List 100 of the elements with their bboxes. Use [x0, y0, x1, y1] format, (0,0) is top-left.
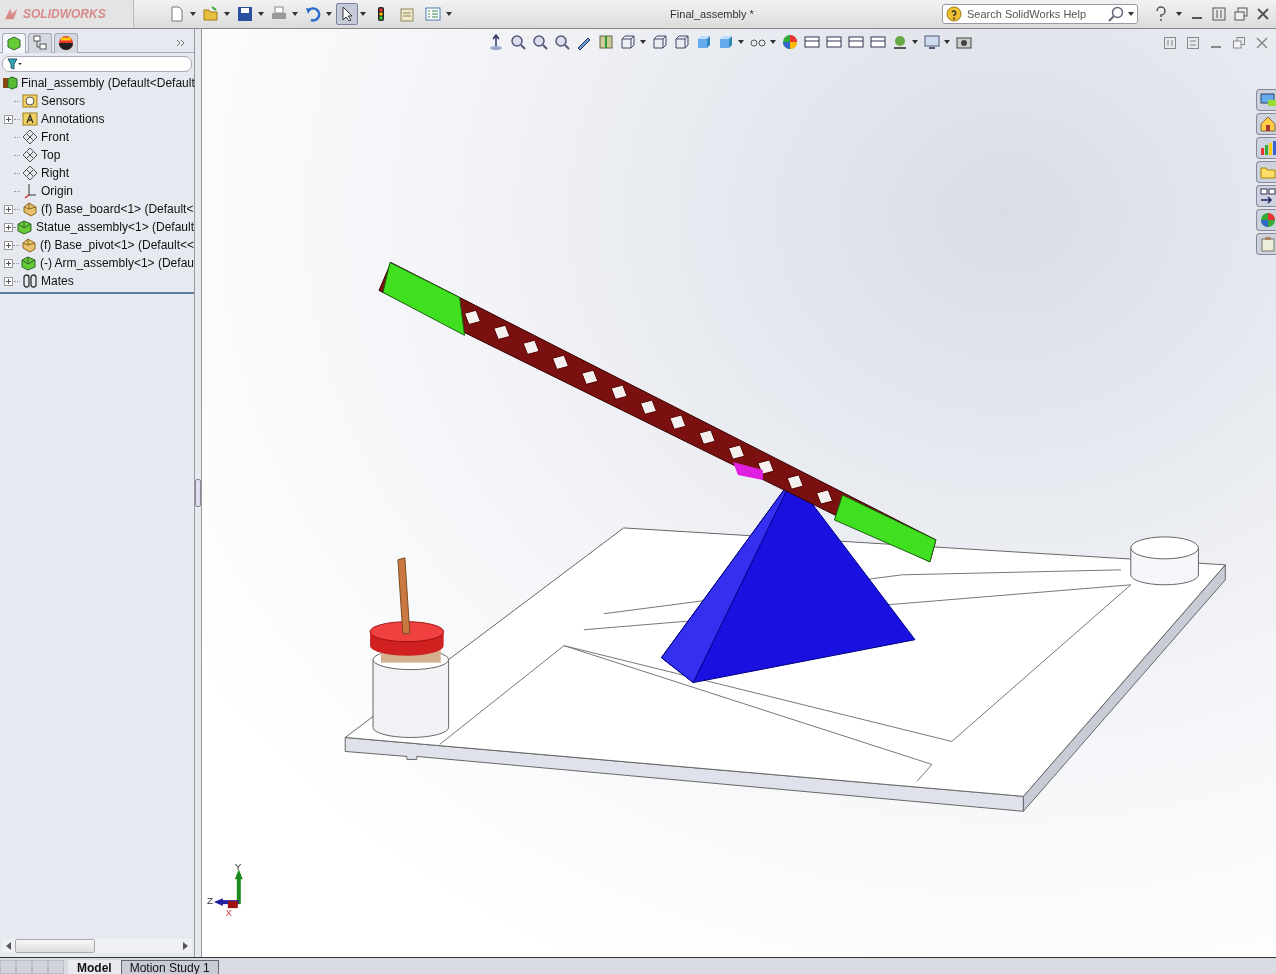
tile-icon[interactable]: [1164, 37, 1176, 49]
wireframe-cube-icon[interactable]: [674, 34, 690, 50]
window-icon[interactable]: [870, 34, 886, 50]
help-icon[interactable]: [1154, 6, 1168, 22]
filter-icon: [7, 58, 23, 70]
up-arrow-icon[interactable]: [488, 34, 504, 50]
caret-icon[interactable]: [640, 40, 646, 44]
bottom-tab[interactable]: Model: [68, 960, 121, 974]
letter-icon: [22, 111, 38, 127]
caret-icon[interactable]: [446, 12, 452, 16]
expand-icon[interactable]: [4, 240, 13, 250]
tree-item[interactable]: (-) Arm_assembly<1> (Defau: [39, 256, 194, 270]
axes-icon: [22, 183, 38, 199]
close-icon[interactable]: [1256, 7, 1270, 21]
caret-icon[interactable]: [944, 40, 950, 44]
house-icon: [1260, 116, 1276, 132]
caret-icon[interactable]: [326, 12, 332, 16]
plane-icon: [22, 147, 38, 163]
zoom-icon[interactable]: [532, 34, 548, 50]
caret-icon[interactable]: [770, 40, 776, 44]
cube-icon[interactable]: [652, 34, 668, 50]
cursor-icon: [339, 6, 355, 22]
expand-icon[interactable]: [4, 276, 13, 286]
clipboard-icon: [1260, 236, 1276, 252]
axis-label: X: [225, 908, 232, 919]
monitor-icon[interactable]: [924, 34, 940, 50]
color-ball-icon: [1260, 212, 1276, 228]
axis-label: Y: [234, 861, 242, 873]
expand-icon[interactable]: [4, 258, 13, 268]
search-field[interactable]: Search SolidWorks Help: [942, 4, 1138, 24]
tree-item[interactable]: Sensors: [41, 94, 86, 108]
color-ball-icon[interactable]: [782, 34, 798, 50]
tree-item[interactable]: Right: [41, 166, 69, 180]
tree-item[interactable]: Annotations: [41, 112, 105, 126]
expand-icon[interactable]: [176, 38, 186, 47]
part-icon: [20, 237, 37, 253]
plane-icon: [22, 129, 38, 145]
tree-item[interactable]: Top: [41, 148, 61, 162]
clipboard-icon: [399, 6, 415, 22]
scrollbar[interactable]: [2, 939, 192, 953]
camera-icon[interactable]: [956, 34, 972, 50]
triad-icon: [213, 869, 243, 909]
cube-icon[interactable]: [620, 34, 636, 50]
tree-item[interactable]: (f) Base_board<1> (Default<: [41, 202, 194, 216]
caret-icon[interactable]: [224, 12, 230, 16]
tree-item[interactable]: Mates: [41, 274, 74, 288]
caret-icon[interactable]: [258, 12, 264, 16]
cubes-icon: [2, 75, 18, 91]
restore-icon[interactable]: [1234, 7, 1248, 21]
expand-icon[interactable]: [4, 114, 13, 124]
panel-tab[interactable]: [54, 32, 78, 53]
color-ball-icon: [58, 35, 74, 51]
expand-icon[interactable]: [4, 222, 13, 232]
select-button[interactable]: [336, 3, 358, 25]
cube-icon: [6, 35, 22, 51]
right-arrow-icon[interactable]: [183, 942, 188, 950]
tile-icon[interactable]: [1212, 7, 1226, 21]
bottom-tab[interactable]: Motion Study 1: [120, 960, 219, 974]
tree-item[interactable]: Final_assembly (Default<Default: [21, 76, 195, 90]
close-icon[interactable]: [1256, 37, 1268, 49]
scene-icon[interactable]: [892, 34, 908, 50]
tree-item[interactable]: Front: [41, 130, 69, 144]
part-icon: [22, 201, 38, 217]
tree-item[interactable]: (f) Base_pivot<1> (Default<<: [39, 238, 194, 252]
caret-icon[interactable]: [1128, 12, 1134, 16]
caret-icon[interactable]: [190, 12, 196, 16]
window-icon[interactable]: [848, 34, 864, 50]
tree-item[interactable]: Origin: [41, 184, 73, 198]
window-icon[interactable]: [804, 34, 820, 50]
splitter-handle[interactable]: [195, 479, 201, 507]
task-pane-tab[interactable]: [1256, 185, 1276, 207]
task-pane-tab[interactable]: [1256, 137, 1276, 159]
undo-icon: [305, 6, 321, 22]
expand-icon[interactable]: [4, 204, 13, 214]
solid-cube-icon[interactable]: [696, 34, 712, 50]
tree-item[interactable]: Statue_assembly<1> (Default: [35, 220, 194, 234]
floppy-icon: [237, 6, 253, 22]
zoom-fit-icon[interactable]: [510, 34, 526, 50]
new-file-icon: [169, 6, 185, 22]
model-drawing[interactable]: [344, 262, 1226, 812]
search-icon[interactable]: [1108, 6, 1124, 22]
caret-icon[interactable]: [912, 40, 918, 44]
caret-icon[interactable]: [292, 12, 298, 16]
plane-icon: [22, 165, 38, 181]
task-pane-tab[interactable]: [1256, 209, 1276, 231]
window-title: Final_assembly *: [669, 8, 755, 20]
task-pane-tab[interactable]: [1256, 113, 1276, 135]
restore-icon[interactable]: [1233, 37, 1245, 49]
cubes-icon: [20, 255, 37, 271]
window-icon[interactable]: [826, 34, 842, 50]
zoom-area-icon[interactable]: [554, 34, 570, 50]
left-arrow-icon[interactable]: [6, 942, 11, 950]
tile-icon[interactable]: [1187, 37, 1199, 49]
section-icon[interactable]: [598, 34, 614, 50]
caret-icon[interactable]: [1176, 12, 1182, 16]
caret-icon[interactable]: [738, 40, 744, 44]
filter-field[interactable]: [2, 56, 192, 72]
gauge-icon: [22, 93, 38, 109]
caret-icon[interactable]: [360, 12, 366, 16]
monitor-icon: [1260, 92, 1276, 108]
